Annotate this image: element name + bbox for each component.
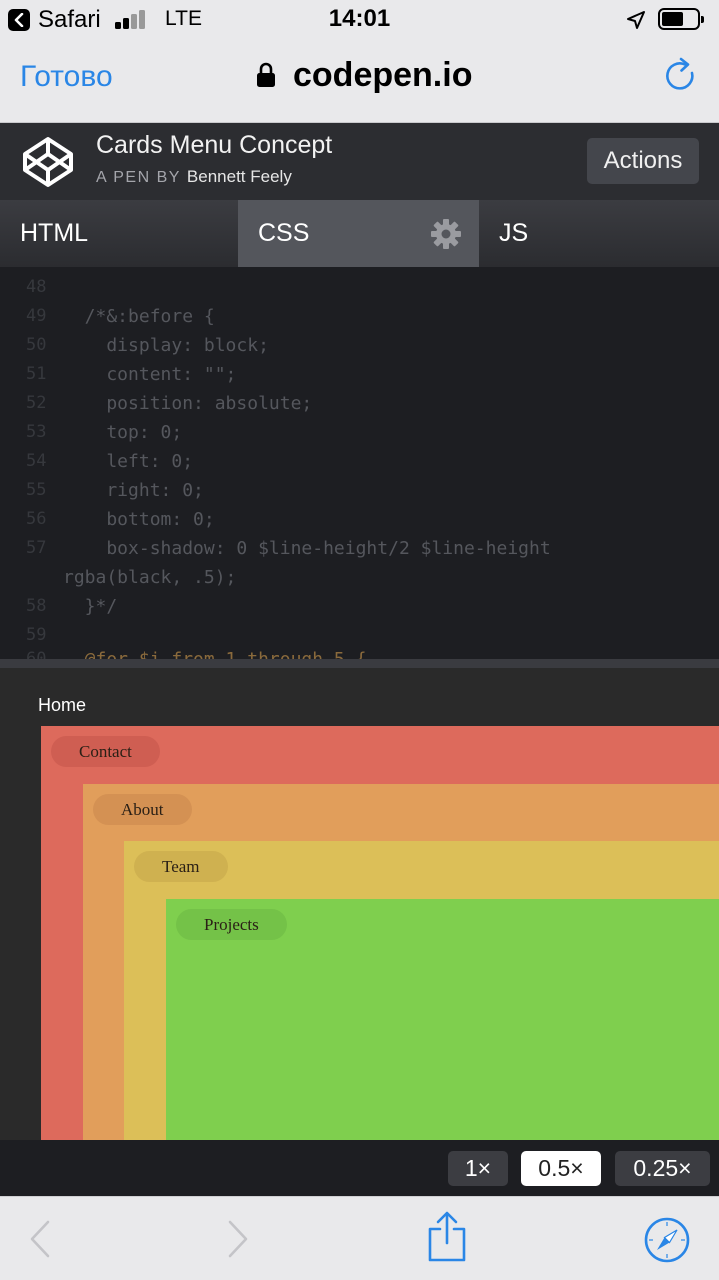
line-number: 53 [26,422,47,442]
line-number: 57 [26,538,47,558]
done-button[interactable]: Готово [20,60,113,94]
card-projects[interactable]: Projects [166,899,719,1140]
tab-css[interactable]: CSS [238,200,479,267]
card-tab-label[interactable]: About [93,794,192,825]
code-text: display: block; [63,335,269,356]
card-tab-label[interactable]: Contact [51,736,160,767]
home-link[interactable]: Home [38,695,86,716]
share-icon[interactable] [426,1211,468,1263]
line-number: 52 [26,393,47,413]
line-number: 50 [26,335,47,355]
byline-prefix: A PEN BY [96,169,181,186]
lock-icon [257,62,275,87]
code-text: rgba(black, .5); [63,567,237,588]
reload-icon[interactable] [663,56,699,96]
zoom-0-25x-button[interactable]: 0.25× [615,1151,710,1186]
card-tab-label[interactable]: Team [134,851,228,882]
line-number: 58 [26,596,47,616]
clock: 14:01 [328,5,391,32]
safari-toolbar [0,1196,719,1280]
line-number: 56 [26,509,47,529]
url-host[interactable]: codepen.io [293,56,472,95]
safari-address-bar: Готово codepen.io [0,40,719,123]
code-text: left: 0; [63,451,194,472]
pen-byline: A PEN BY Bennett Feely [96,167,292,187]
pen-title[interactable]: Cards Menu Concept [96,131,332,160]
codepen-header: Cards Menu Concept A PEN BY Bennett Feely… [0,123,719,200]
line-number: 51 [26,364,47,384]
code-text: /*&:before { [63,306,215,327]
zoom-1x-button[interactable]: 1× [448,1151,508,1186]
line-number: 54 [26,451,47,471]
line-number: 49 [26,306,47,326]
code-text: bottom: 0; [63,509,215,530]
forward-icon[interactable] [226,1219,250,1259]
result-preview: Home Contact About Team Projects [0,659,719,1140]
code-text: @for $i from 1 through 5 { [63,649,367,659]
zoom-0-5x-button[interactable]: 0.5× [521,1151,601,1186]
line-number: 48 [26,277,47,297]
code-text: top: 0; [63,422,183,443]
code-text: right: 0; [63,480,204,501]
safari-compass-icon[interactable] [644,1217,690,1263]
codepen-logo-icon[interactable] [22,136,74,188]
code-text: }*/ [63,596,118,617]
line-number: 59 [26,625,47,645]
actions-button[interactable]: Actions [587,138,699,184]
battery-icon [658,8,704,30]
tab-html[interactable]: HTML [0,200,238,267]
back-icon[interactable] [28,1219,52,1259]
line-number: 55 [26,480,47,500]
editor-tabs: HTML CSS JS [0,200,719,267]
code-text: box-shadow: 0 $line-height/2 $line-heigh… [63,538,551,559]
tab-css-label: CSS [258,219,310,247]
code-text: position: absolute; [63,393,313,414]
tab-html-label: HTML [20,219,89,247]
tab-js-label: JS [499,219,529,247]
gear-icon[interactable] [430,218,462,250]
location-arrow-icon [627,11,645,29]
zoom-bar: 1× 0.5× 0.25× [0,1140,719,1196]
author-link[interactable]: Bennett Feely [187,167,292,186]
code-text: content: ""; [63,364,237,385]
css-code-editor[interactable]: 48 49 /*&:before { 50 display: block; 51… [0,267,719,659]
card-tab-label[interactable]: Projects [176,909,287,940]
line-number: 60 [26,649,47,659]
status-bar: Safari LTE 14:01 [0,0,719,40]
tab-js[interactable]: JS [479,200,719,267]
